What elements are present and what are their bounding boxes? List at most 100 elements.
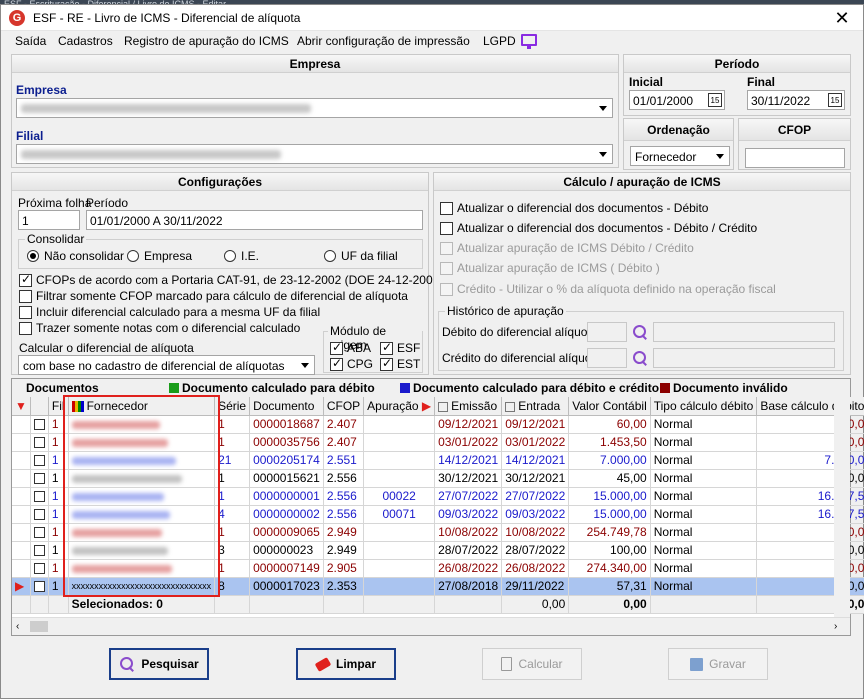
summary-cell [214,595,251,614]
search-icon[interactable] [632,350,648,366]
empresa-header: Empresa [12,55,618,73]
table-row[interactable]: 1 1 0000015621 2.556 30/12/2021 30/12/2021 45,… [12,469,864,488]
check-incluir-diferencial[interactable] [19,306,32,319]
check-modulo-cpg[interactable] [330,356,343,371]
check-filtrar-cfop[interactable] [19,290,32,303]
cell-tipo-calculo: Normal [650,487,758,506]
cell-serie: 1 [214,523,251,542]
col-documento[interactable]: Documento [249,397,324,416]
radio-uf-filial[interactable] [324,250,336,262]
col-apuracao[interactable]: Apuração ▶ [363,397,436,416]
row-indicator [12,415,31,434]
final-date-input[interactable]: 30/11/2022 15 [747,90,845,110]
row-indicator [12,433,31,452]
proxima-folha-input[interactable]: 1 [18,210,80,230]
cell-fornecedor [68,523,216,542]
debito-desc-input [653,322,835,342]
horizontal-scrollbar[interactable]: ‹ › [12,617,850,635]
table-row[interactable]: 1 1 0000000001 2.556 00022 27/07/2022 27/07/20… [12,487,864,506]
table-row[interactable]: 1 3 000000023 2.949 28/07/2022 28/07/2022 100,… [12,541,864,560]
cell-valor-contabil: 7.000,00 [568,451,651,470]
legend-invalido-label: Documento inválido [673,381,788,395]
pesquisar-button[interactable]: Pesquisar [109,648,209,680]
row-checkbox[interactable] [33,527,45,539]
col-emissao[interactable]: Emissão [434,397,503,416]
gravar-button[interactable]: Gravar [668,648,768,680]
chevron-down-icon[interactable] [596,100,611,116]
scroll-left-icon[interactable]: ‹ [16,621,19,632]
cell-serie: 8 [214,577,251,596]
calculo-group: Cálculo / apuração de ICMS Atualizar o d… [433,172,851,375]
row-checkbox[interactable] [33,545,45,557]
row-checkbox[interactable] [33,581,45,593]
check-modulo-est[interactable] [380,356,393,371]
table-row[interactable]: 1 1 0000035756 2.407 03/01/2022 03/01/2022 1.4… [12,433,864,452]
chevron-down-icon[interactable] [596,146,611,162]
calendar-icon[interactable]: 15 [828,93,842,107]
table-row[interactable]: 1 1 0000009065 2.949 10/08/2022 10/08/2022 254… [12,523,864,542]
search-icon[interactable] [632,324,648,340]
radio-empresa[interactable] [127,250,139,262]
eraser-icon [314,656,332,672]
menu-registro-apuracao[interactable]: Registro de apuração do ICMS [124,34,289,48]
check-modulo-esf[interactable] [380,340,393,355]
col-serie[interactable]: Série [214,397,251,416]
calendar-icon [438,401,449,412]
cell-serie: 21 [214,451,251,470]
close-button[interactable]: ✕ [831,7,853,29]
cell-serie: 3 [214,541,251,560]
calcular-button[interactable]: Calcular [482,648,582,680]
col-fil[interactable]: Fil [48,397,69,416]
cell-fornecedor [68,505,216,524]
calcular-diferencial-select[interactable]: com base no cadastro de diferencial de a… [18,355,315,375]
menu-saida[interactable]: Saída [15,34,46,48]
col-fornecedor[interactable]: Fornecedor [68,397,216,416]
row-checkbox[interactable] [33,437,45,449]
radio-ie[interactable] [224,250,236,262]
check-atualizar-debito-credito[interactable] [440,222,453,235]
monitor-icon[interactable] [521,34,537,49]
check-cfop-portaria[interactable] [19,272,32,287]
col-entrada[interactable]: Entrada [501,397,570,416]
menu-cadastros[interactable]: Cadastros [58,34,113,48]
row-checkbox[interactable] [33,563,45,575]
menu-lgpd[interactable]: LGPD [483,34,516,48]
check-trazer-somente[interactable] [19,322,32,335]
periodo-config-input[interactable]: 01/01/2000 A 30/11/2022 [86,210,423,230]
cfop-input[interactable] [745,148,845,168]
check-atualizar-debito[interactable] [440,202,453,215]
col-tipo-calculo[interactable]: Tipo cálculo débito [650,397,758,416]
table-row[interactable]: 1 1 0000018687 2.407 09/12/2021 09/12/2021 60,… [12,415,864,434]
radio-nao-consolidar[interactable] [27,250,39,262]
calendar-icon [505,401,516,412]
inicial-date-input[interactable]: 01/01/2000 15 [629,90,725,110]
row-checkbox[interactable] [33,419,45,431]
cell-emissao: 09/12/2021 [434,415,503,434]
filial-select[interactable] [16,144,613,164]
row-checkbox[interactable] [33,491,45,503]
table-row[interactable]: 1 4 0000000002 2.556 00071 09/03/2022 09/03/20… [12,505,864,524]
col-valor-contabil[interactable]: Valor Contábil [568,397,651,416]
scroll-right-icon[interactable]: › [834,621,837,632]
table-row[interactable]: 1 1 0000007149 2.905 26/08/2022 26/08/2022 274… [12,559,864,578]
ordenacao-select[interactable]: Fornecedor [630,146,730,166]
row-checkbox[interactable] [33,509,45,521]
chevron-down-icon[interactable] [298,357,313,373]
check-modulo-aba[interactable] [330,340,343,355]
empresa-select[interactable] [16,98,613,118]
cell-serie: 1 [214,415,251,434]
credito-diferencial-label: Crédito do diferencial alíquota [442,351,602,365]
col-cfop[interactable]: CFOP [323,397,365,416]
chevron-down-icon[interactable] [713,148,728,164]
check-credito-aliquota [440,283,453,296]
scroll-thumb[interactable] [30,621,48,632]
menu-abrir-configuracao[interactable]: Abrir configuração de impressão [297,34,470,48]
table-row[interactable]: 1 21 0000205174 2.551 14/12/2021 14/12/2021 7.… [12,451,864,470]
table-row[interactable]: ▶ 1 xxxxxxxxxxxxxxxxxxxxxxxxxxxxxxx 8 000001… [12,577,864,596]
limpar-button[interactable]: Limpar [296,648,396,680]
row-select [30,577,49,596]
row-checkbox[interactable] [33,473,45,485]
calendar-icon[interactable]: 15 [708,93,722,107]
row-checkbox[interactable] [33,455,45,467]
vertical-scrollbar[interactable] [834,397,850,617]
